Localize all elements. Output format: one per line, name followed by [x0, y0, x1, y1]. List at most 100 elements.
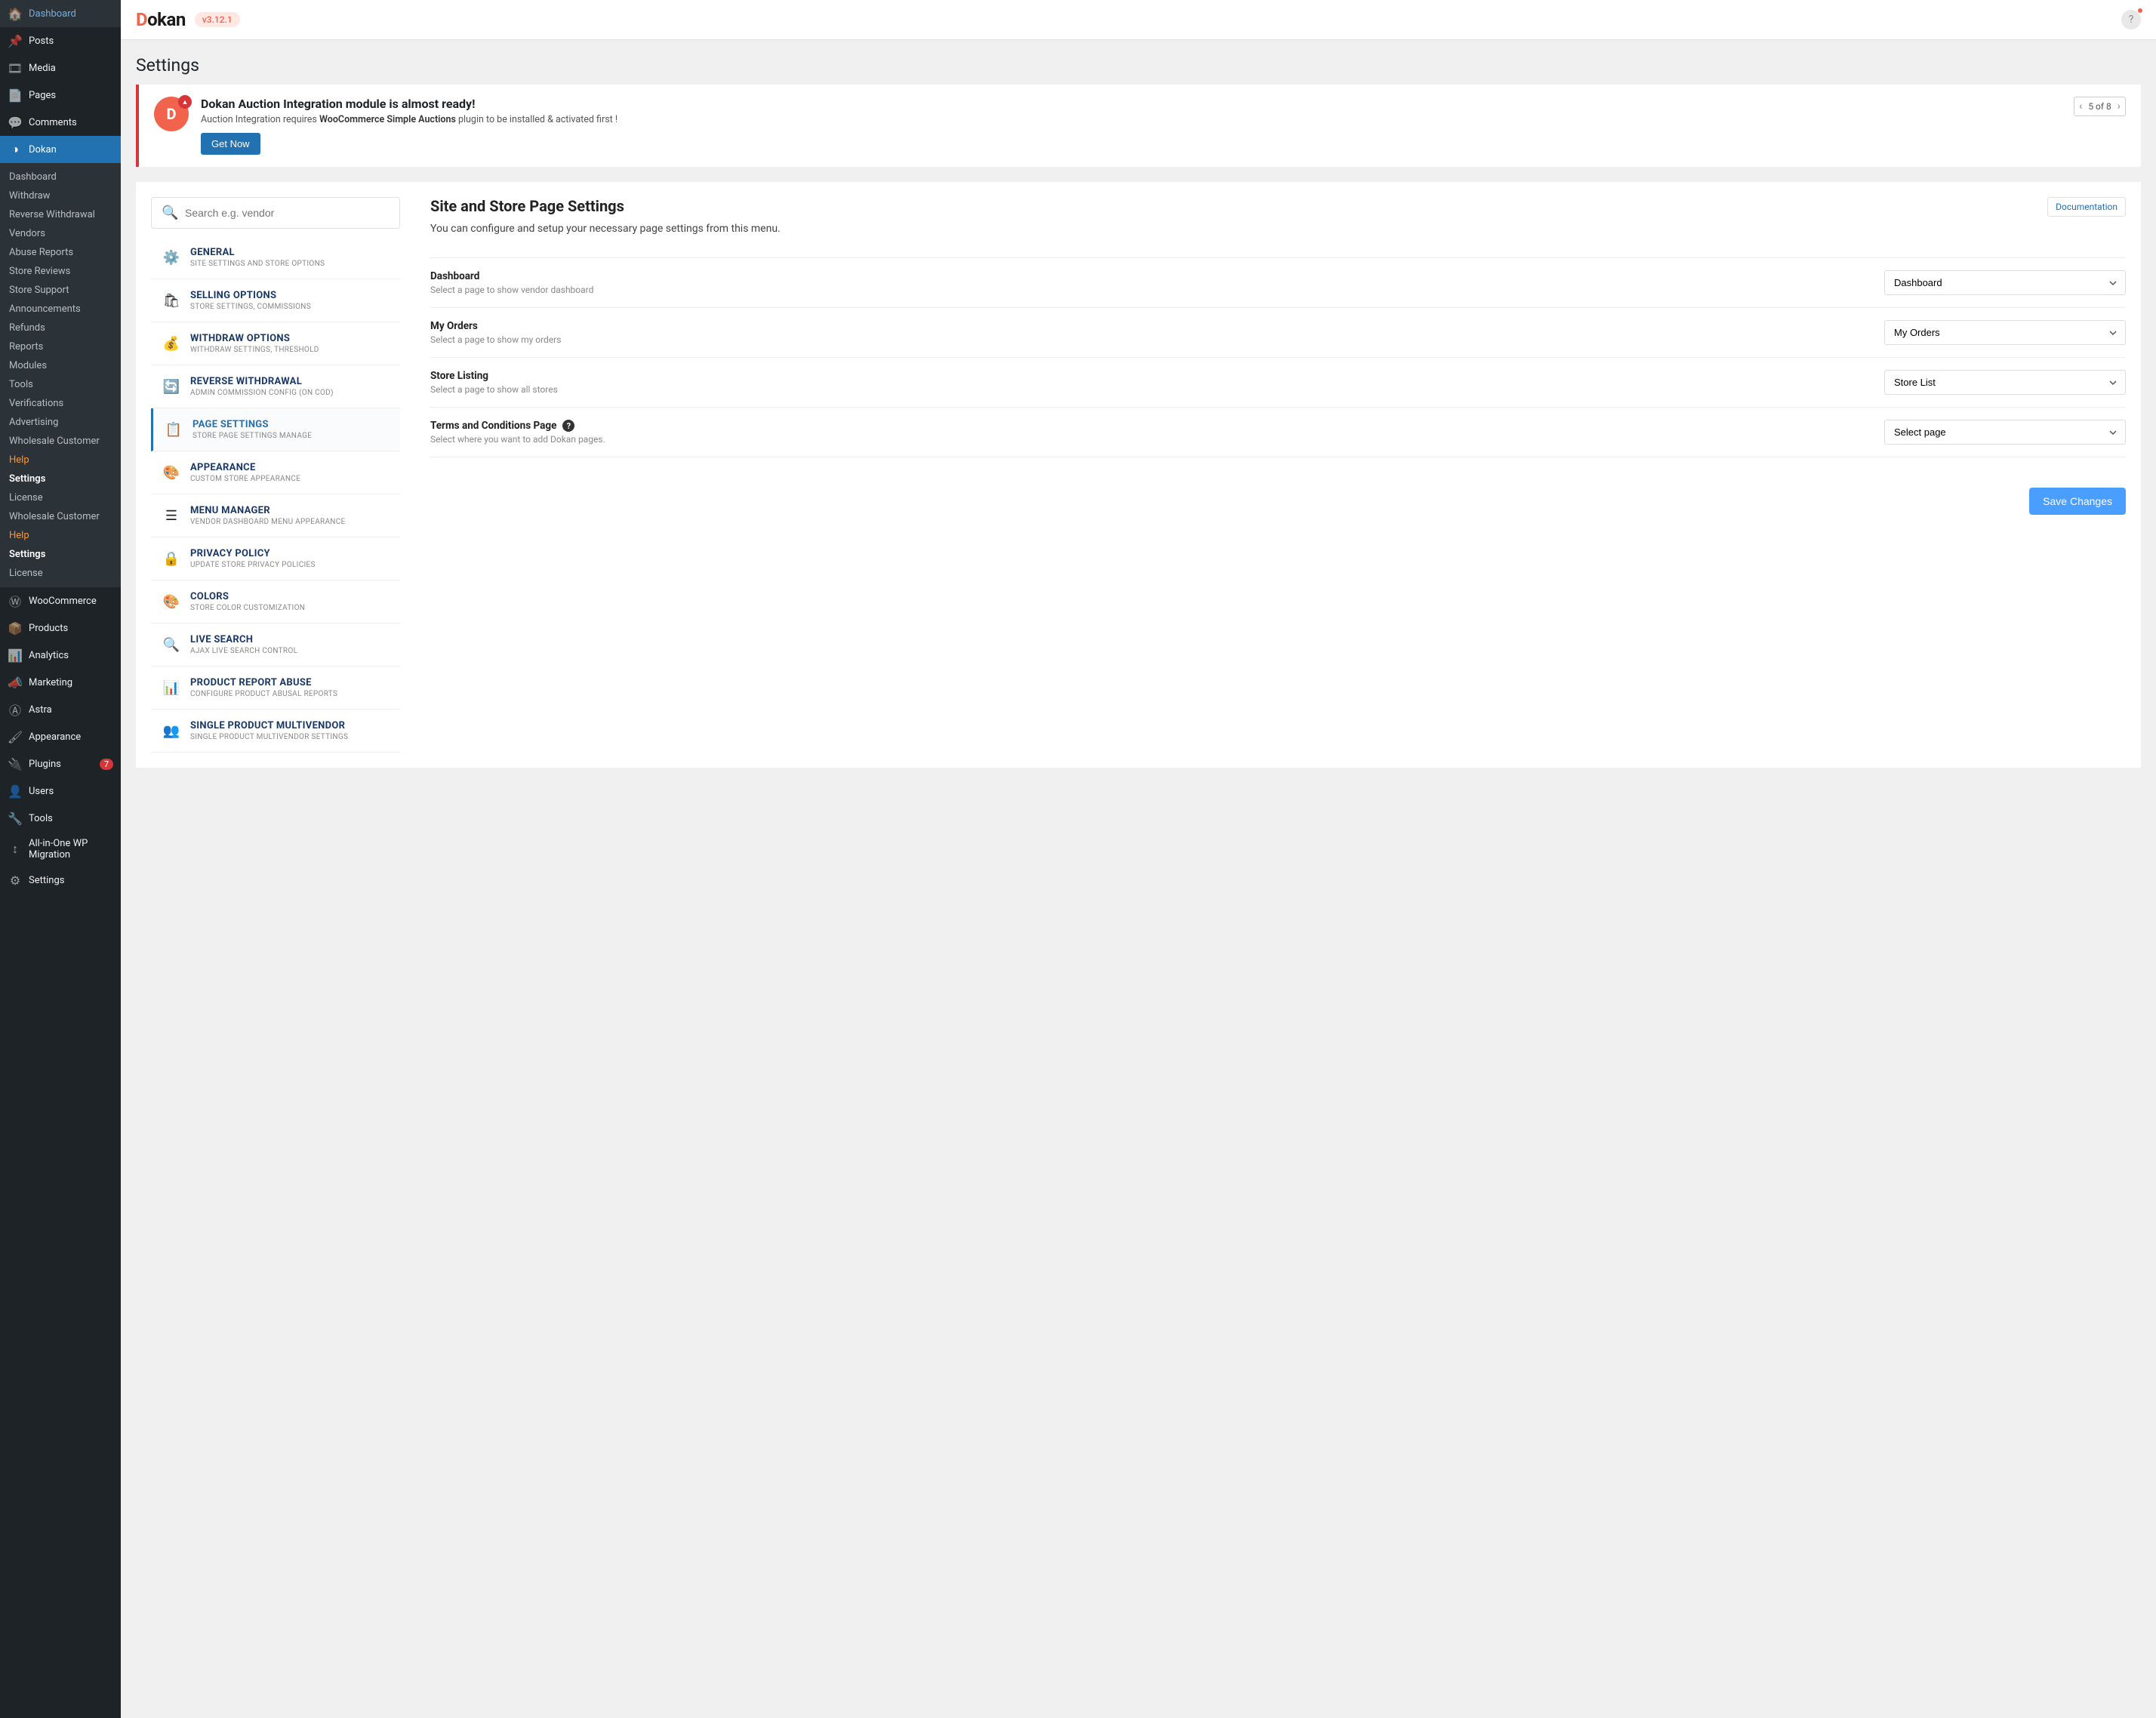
- submenu-item[interactable]: License: [0, 564, 121, 583]
- field-row: My OrdersSelect a page to show my orders…: [430, 308, 2126, 358]
- documentation-link[interactable]: Documentation: [2047, 197, 2126, 217]
- settings-nav-item[interactable]: 📊Product Report AbuseConfigure product a…: [151, 667, 400, 710]
- nav-icon: 🔄: [163, 378, 180, 395]
- settings-nav-item[interactable]: ⚙️GeneralSite settings and store options: [151, 236, 400, 279]
- field-row: Store ListingSelect a page to show all s…: [430, 358, 2126, 408]
- posts-icon: 📌: [8, 33, 23, 48]
- brand-logo: Dokan: [136, 9, 186, 30]
- menu-icon: 📦: [8, 620, 23, 636]
- submenu-item[interactable]: Verifications: [0, 394, 121, 413]
- panel-subtitle: You can configure and setup your necessa…: [430, 223, 2126, 235]
- submenu-item[interactable]: Modules: [0, 356, 121, 375]
- sidebar-item[interactable]: 🖌Appearance: [0, 723, 121, 750]
- main-content: Dokan v3.12.1 ? Settings D Dokan Auction…: [121, 0, 2156, 1718]
- sidebar-item[interactable]: 📣Marketing: [0, 669, 121, 696]
- sidebar-dashboard[interactable]: 🏠Dashboard: [0, 0, 121, 27]
- help-icon[interactable]: ?: [562, 420, 574, 432]
- page-select[interactable]: Store List: [1884, 370, 2126, 395]
- admin-notice: D Dokan Auction Integration module is al…: [136, 85, 2141, 167]
- sidebar-dokan[interactable]: ◑Dokan: [0, 136, 121, 163]
- page-select[interactable]: Dashboard: [1884, 270, 2126, 295]
- sidebar-item[interactable]: 🔌Plugins7: [0, 750, 121, 777]
- submenu-item[interactable]: Store Reviews: [0, 262, 121, 281]
- submenu-item[interactable]: Help: [0, 526, 121, 545]
- page-select[interactable]: My Orders: [1884, 320, 2126, 345]
- settings-nav-item[interactable]: 🔍Live SearchAjax live search control: [151, 623, 400, 667]
- nav-icon: ⚙️: [163, 249, 180, 266]
- notice-title: Dokan Auction Integration module is almo…: [201, 97, 2062, 111]
- submenu-item[interactable]: Wholesale Customer: [0, 432, 121, 451]
- version-badge: v3.12.1: [195, 12, 240, 27]
- menu-icon: 🖌: [8, 729, 23, 744]
- dokan-icon: ◑: [8, 142, 23, 157]
- sidebar-item[interactable]: ⒶAstra: [0, 696, 121, 723]
- submenu-item[interactable]: Abuse Reports: [0, 243, 121, 262]
- pager-next[interactable]: ›: [2118, 100, 2121, 112]
- submenu-item[interactable]: Dashboard: [0, 168, 121, 186]
- menu-icon: 📊: [8, 648, 23, 663]
- pager-prev[interactable]: ‹: [2079, 100, 2082, 112]
- pager-text: 5 of 8: [2088, 101, 2111, 112]
- settings-nav-item[interactable]: 🛍Selling OptionsStore settings, commissi…: [151, 279, 400, 322]
- topbar: Dokan v3.12.1 ?: [121, 0, 2156, 40]
- submenu-item[interactable]: Advertising: [0, 413, 121, 432]
- sidebar-item[interactable]: 🔧Tools: [0, 805, 121, 832]
- menu-icon: Ⓐ: [8, 702, 23, 717]
- field-desc: Select a page to show vendor dashboard: [430, 285, 1884, 295]
- help-button[interactable]: ?: [2121, 10, 2141, 29]
- submenu-item[interactable]: Vendors: [0, 224, 121, 243]
- pages-icon: 📄: [8, 88, 23, 103]
- sidebar-posts[interactable]: 📌Posts: [0, 27, 121, 54]
- nav-icon: 🔒: [163, 550, 180, 567]
- submenu-item[interactable]: Announcements: [0, 300, 121, 319]
- sidebar-item[interactable]: 📦Products: [0, 614, 121, 642]
- settings-nav: 🔍 ⚙️GeneralSite settings and store optio…: [151, 197, 400, 753]
- save-changes-button[interactable]: Save Changes: [2029, 488, 2126, 515]
- submenu-item[interactable]: Store Support: [0, 281, 121, 300]
- sidebar-item[interactable]: ⚙Settings: [0, 867, 121, 894]
- menu-icon: 📣: [8, 675, 23, 690]
- settings-nav-item[interactable]: 💰Withdraw OptionsWithdraw settings, thre…: [151, 322, 400, 365]
- sidebar-pages[interactable]: 📄Pages: [0, 82, 121, 109]
- submenu-item[interactable]: Help: [0, 451, 121, 470]
- settings-nav-item[interactable]: 🎨ColorsStore color customization: [151, 580, 400, 623]
- settings-nav-item[interactable]: 🔄Reverse WithdrawalAdmin commission conf…: [151, 365, 400, 408]
- nav-icon: 🎨: [163, 593, 180, 610]
- settings-nav-item[interactable]: 👥Single Product MultivendorSingle produc…: [151, 710, 400, 753]
- nav-icon: 📊: [163, 679, 180, 696]
- submenu-item[interactable]: Wholesale Customer: [0, 507, 121, 526]
- sidebar-media[interactable]: 🎞Media: [0, 54, 121, 82]
- sidebar-item[interactable]: 📊Analytics: [0, 642, 121, 669]
- submenu-item[interactable]: Withdraw: [0, 186, 121, 205]
- settings-nav-item[interactable]: ☰Menu ManagerVendor dashboard menu appea…: [151, 494, 400, 537]
- submenu-item[interactable]: Tools: [0, 375, 121, 394]
- submenu-item[interactable]: Refunds: [0, 319, 121, 337]
- settings-panel: Site and Store Page Settings Documentati…: [430, 197, 2126, 753]
- page-select[interactable]: Select page: [1884, 420, 2126, 445]
- menu-icon: Ⓦ: [8, 593, 23, 608]
- sidebar-comments[interactable]: 💬Comments: [0, 109, 121, 136]
- field-label: My Orders: [430, 320, 1884, 332]
- admin-sidebar: 🏠Dashboard 📌Posts 🎞Media 📄Pages 💬Comment…: [0, 0, 121, 1718]
- sidebar-item[interactable]: ⓌWooCommerce: [0, 587, 121, 614]
- page-title: Settings: [121, 40, 2156, 85]
- sidebar-item[interactable]: ↕All-in-One WP Migration: [0, 832, 121, 867]
- nav-icon: 🔍: [163, 636, 180, 653]
- field-desc: Select where you want to add Dokan pages…: [430, 434, 1884, 445]
- get-now-button[interactable]: Get Now: [201, 133, 260, 155]
- submenu-item[interactable]: License: [0, 488, 121, 507]
- settings-nav-item[interactable]: 📋Page SettingsStore page settings manage: [151, 408, 400, 451]
- field-row: Terms and Conditions Page?Select where y…: [430, 408, 2126, 457]
- field-desc: Select a page to show all stores: [430, 384, 1884, 395]
- submenu-item[interactable]: Reports: [0, 337, 121, 356]
- dokan-submenu: DashboardWithdrawReverse WithdrawalVendo…: [0, 163, 121, 587]
- submenu-item[interactable]: Settings: [0, 470, 121, 488]
- settings-nav-item[interactable]: 🎨AppearanceCustom store appearance: [151, 451, 400, 494]
- settings-search-input[interactable]: [151, 197, 400, 229]
- sidebar-item[interactable]: 👤Users: [0, 777, 121, 805]
- submenu-item[interactable]: Reverse Withdrawal: [0, 205, 121, 224]
- menu-icon: ↕: [8, 842, 23, 857]
- nav-icon: 🛍: [163, 292, 180, 309]
- submenu-item[interactable]: Settings: [0, 545, 121, 564]
- settings-nav-item[interactable]: 🔒Privacy PolicyUpdate store privacy poli…: [151, 537, 400, 580]
